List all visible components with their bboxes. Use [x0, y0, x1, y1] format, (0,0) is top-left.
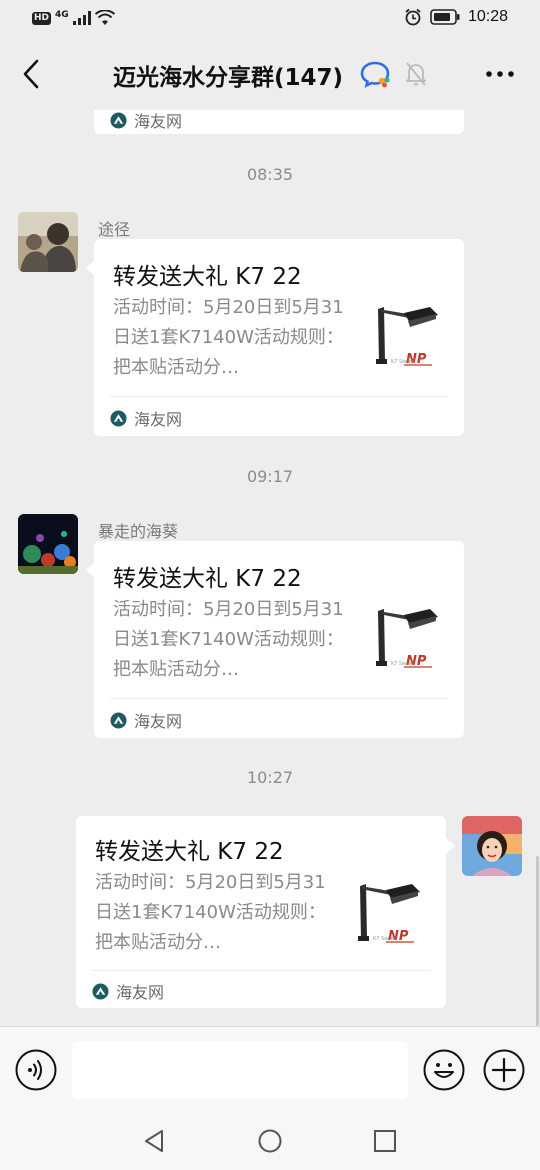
voice-icon	[15, 1049, 57, 1091]
status-bar: HD 4G 10:28	[0, 0, 540, 38]
scrollbar[interactable]	[536, 856, 539, 1026]
card-title: 转发送大礼 K7 22	[113, 566, 302, 592]
card-source-name: 海友网	[134, 112, 183, 131]
avatar-photo	[462, 816, 522, 876]
card-description: 活动时间：5月20日到5月31日送1套K7140W活动规则：把本贴活动分…	[95, 872, 326, 953]
card-description: 活动时间：5月20日到5月31日送1套K7140W活动规则：把本贴活动分…	[113, 297, 344, 378]
bubble-tail	[446, 838, 455, 854]
svg-text:K7 Series: K7 Series	[391, 359, 415, 365]
card-divider	[110, 698, 448, 699]
card-source-name: 海友网	[116, 983, 165, 1002]
my-avatar[interactable]	[462, 816, 522, 876]
more-button[interactable]	[482, 60, 518, 88]
chat-title: 迈光海水分享群(147)	[113, 65, 344, 91]
network-type: 4G	[55, 10, 69, 20]
status-right: 10:28	[404, 8, 508, 26]
message-input[interactable]	[72, 1041, 408, 1099]
card-divider	[92, 970, 430, 971]
message-timestamp: 09:17	[246, 467, 294, 486]
avatar[interactable]	[18, 514, 78, 574]
emoji-button[interactable]	[423, 1049, 465, 1091]
triangle-back-icon	[145, 1130, 163, 1152]
signal-icon	[72, 11, 91, 25]
back-button[interactable]	[14, 54, 48, 94]
card-thumbnail: NP K7 Series	[364, 601, 450, 691]
sender-name: 途径	[98, 220, 131, 239]
lamp-product-image: NP K7 Series	[358, 884, 420, 944]
chevron-left-icon	[23, 59, 39, 89]
shared-link-card[interactable]: 转发送大礼 K7 22 活动时间：5月20日到5月31日送1套K7140W活动规…	[94, 541, 464, 738]
nav-recent-button[interactable]	[373, 1129, 397, 1157]
card-source-name: 海友网	[134, 712, 183, 731]
card-thumbnail: NP K7 Series	[364, 299, 450, 389]
lamp-product-image: NP K7 Series	[376, 307, 438, 367]
system-nav-bar	[0, 1112, 540, 1170]
nav-back-button[interactable]	[142, 1128, 166, 1158]
status-time: 10:28	[467, 8, 508, 25]
avatar-photo	[18, 514, 78, 574]
card-divider	[110, 396, 448, 397]
source-logo-icon	[110, 409, 127, 427]
avatar-photo	[18, 212, 78, 272]
mute-bell-icon	[404, 61, 428, 91]
source-logo-icon	[92, 982, 109, 1000]
card-source: 海友网	[110, 110, 182, 132]
nav-home-button[interactable]	[257, 1128, 283, 1158]
sender-name: 暴走的海葵	[98, 522, 179, 541]
more-horizontal-icon	[486, 71, 514, 77]
card-description: 活动时间：5月20日到5月31日送1套K7140W活动规则：把本贴活动分…	[113, 599, 344, 680]
battery-icon	[430, 9, 460, 25]
svg-text:K7 Series: K7 Series	[373, 936, 397, 942]
message-timestamp: 08:35	[246, 165, 294, 184]
card-source: 海友网	[110, 406, 182, 430]
voice-button[interactable]	[15, 1049, 57, 1091]
status-left: HD 4G	[32, 10, 115, 26]
alarm-icon	[405, 8, 421, 26]
enterprise-chat-icon	[360, 60, 392, 92]
more-functions-button[interactable]	[483, 1049, 525, 1091]
emoji-icon	[423, 1049, 465, 1091]
card-source: 海友网	[92, 979, 164, 1003]
source-logo-icon	[110, 111, 127, 129]
shared-link-card[interactable]: 海友网	[94, 110, 464, 134]
card-source: 海友网	[110, 708, 182, 732]
shared-link-card[interactable]: 转发送大礼 K7 22 活动时间：5月20日到5月31日送1套K7140W活动规…	[76, 816, 446, 1008]
lamp-product-image: NP K7 Series	[376, 609, 438, 669]
message-timestamp: 10:27	[246, 768, 294, 787]
card-thumbnail: NP K7 Series	[346, 876, 432, 966]
shared-link-card[interactable]: 转发送大礼 K7 22 活动时间：5月20日到5月31日送1套K7140W活动规…	[94, 239, 464, 436]
square-recent-icon	[374, 1130, 396, 1152]
chat-header: 迈光海水分享群(147)	[0, 38, 540, 110]
card-title: 转发送大礼 K7 22	[95, 839, 284, 865]
chat-message-list[interactable]: 海友网 08:35 途径 转发送大礼 K7 22 活动时间：5月20日到5月31…	[0, 110, 540, 1026]
svg-text:K7 Series: K7 Series	[391, 661, 415, 667]
card-source-name: 海友网	[134, 410, 183, 429]
source-logo-icon	[110, 711, 127, 729]
input-bar	[0, 1026, 540, 1112]
plus-icon	[483, 1049, 525, 1091]
wifi-icon	[94, 10, 115, 25]
circle-home-icon	[258, 1129, 282, 1153]
card-title: 转发送大礼 K7 22	[113, 264, 302, 290]
hd-badge: HD	[32, 11, 52, 25]
avatar[interactable]	[18, 212, 78, 272]
